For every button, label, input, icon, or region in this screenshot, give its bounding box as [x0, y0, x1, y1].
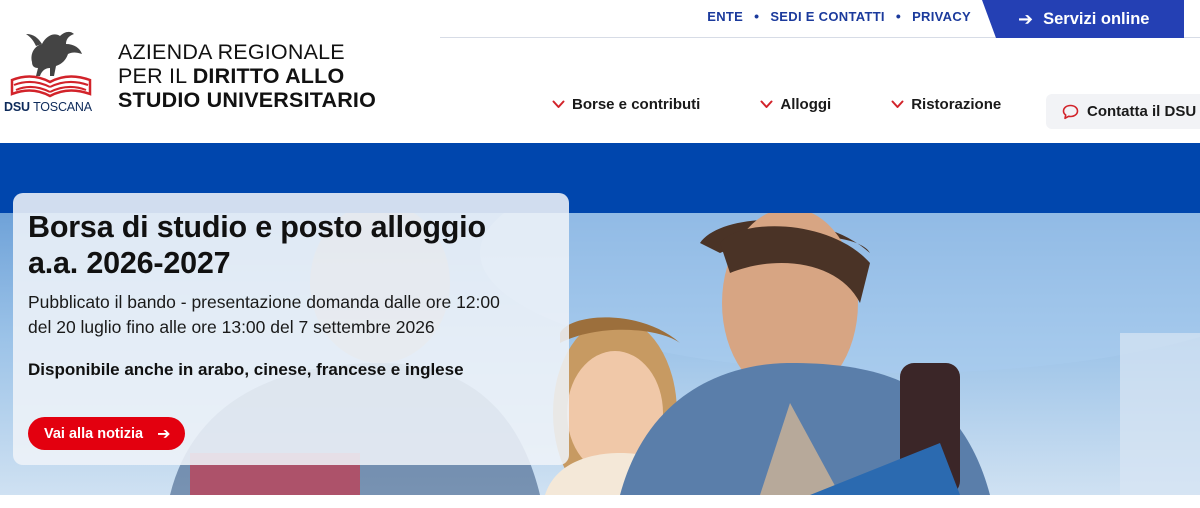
cta-label: Vai alla notizia	[44, 425, 144, 442]
arrow-right-icon: ➔	[1018, 8, 1034, 29]
servizi-online-button[interactable]: ➔ Servizi online	[982, 0, 1184, 38]
contatta-label: Contatta il DSU	[1087, 103, 1197, 120]
nav-item-label: Borse e contributi	[572, 96, 701, 113]
agency-name: AZIENDA REGIONALE PER IL DIRITTO ALLO ST…	[118, 40, 377, 112]
separator-dot: •	[754, 8, 760, 24]
nav-item-label: Alloggi	[780, 96, 832, 113]
hero-card: Borsa di studio e posto alloggio a.a. 20…	[13, 193, 569, 465]
contatta-dsu-button[interactable]: Contatta il DSU	[1046, 94, 1200, 129]
separator-dot: •	[895, 8, 902, 24]
util-link-privacy[interactable]: PRIVACY	[912, 9, 971, 24]
util-link-ente[interactable]: ENTE	[707, 9, 743, 24]
utility-nav: ENTE • SEDI E CONTATTI • PRIVACY	[707, 8, 971, 24]
logo-wordmark: DSU TOSCANA	[4, 100, 92, 114]
nav-item-ristorazione[interactable]: Ristorazione	[891, 96, 1001, 113]
vai-alla-notizia-button[interactable]: Vai alla notizia ➔	[28, 417, 185, 450]
servizi-online-label: Servizi online	[1043, 9, 1150, 28]
hero-languages-note: Disponibile anche in arabo, cinese, fran…	[28, 360, 464, 379]
nav-item-alloggi[interactable]: Alloggi	[760, 96, 831, 113]
chevron-down-icon	[760, 100, 773, 108]
chevron-down-icon	[552, 100, 565, 108]
chat-bubble-icon	[1062, 104, 1079, 119]
main-nav: Borse e contributi Alloggi Ristorazione	[552, 96, 1001, 113]
pegasus-book-logo-icon	[10, 31, 92, 98]
hero-description: Pubblicato il bando - presentazione doma…	[28, 292, 500, 337]
nav-item-borse-contributi[interactable]: Borse e contributi	[552, 96, 700, 113]
chevron-down-icon	[891, 100, 904, 108]
nav-item-label: Ristorazione	[911, 96, 1002, 113]
hero-title: Borsa di studio e posto alloggio a.a. 20…	[28, 210, 486, 280]
arrow-right-icon: ➔	[157, 425, 171, 443]
util-link-sedi-contatti[interactable]: SEDI E CONTATTI	[770, 9, 885, 24]
site-header: DSU TOSCANA AZIENDA REGIONALE PER IL DIR…	[0, 0, 1200, 143]
